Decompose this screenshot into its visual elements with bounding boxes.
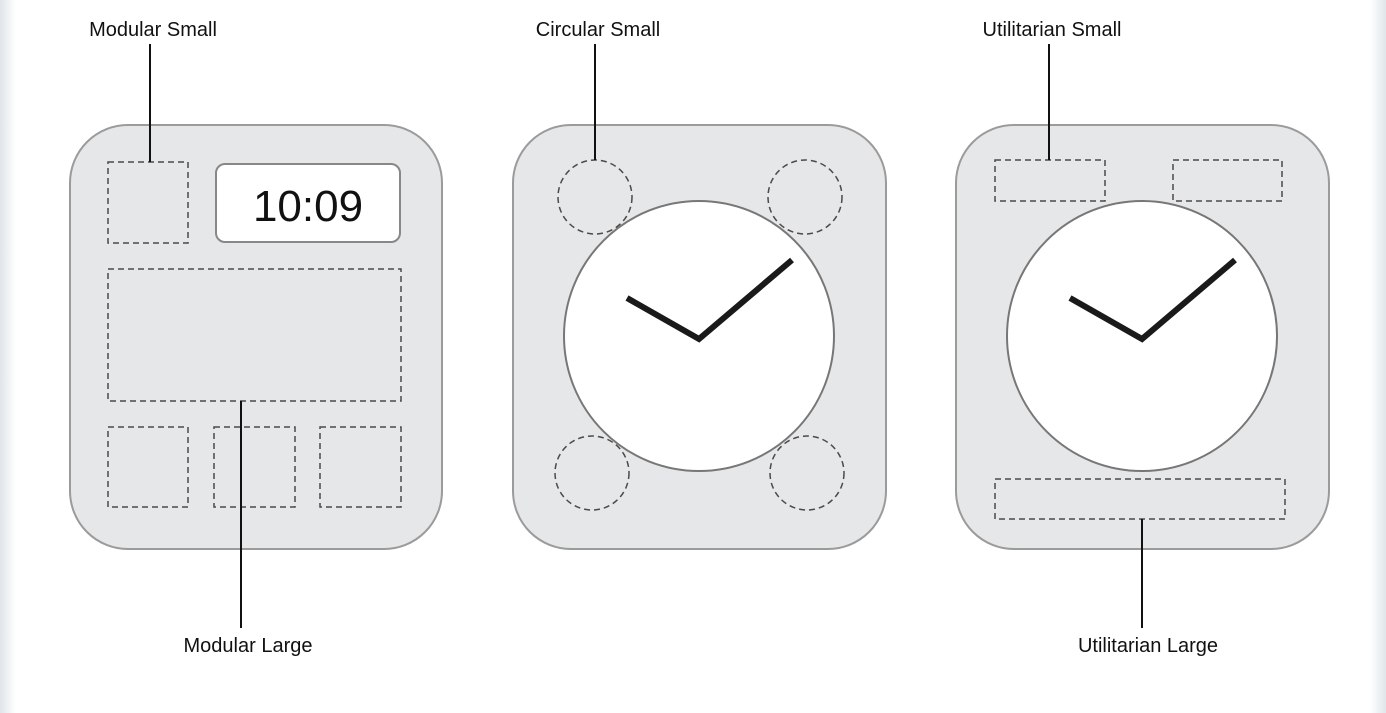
modular-watch: 10:09 — [69, 124, 443, 550]
utilitarian-large-label: Utilitarian Large — [1078, 635, 1218, 657]
circular-watch — [512, 124, 887, 550]
modular-large-label: Modular Large — [184, 635, 313, 657]
utilitarian-small-label: Utilitarian Small — [983, 19, 1122, 41]
utilitarian-watch — [955, 124, 1330, 550]
watch-complications-diagram: 10:09 Modular Small Modular Large Circul… — [69, 19, 1330, 657]
modular-small-label: Modular Small — [89, 19, 217, 41]
circular-small-label: Circular Small — [536, 19, 660, 41]
modular-time-text: 10:09 — [253, 182, 363, 231]
